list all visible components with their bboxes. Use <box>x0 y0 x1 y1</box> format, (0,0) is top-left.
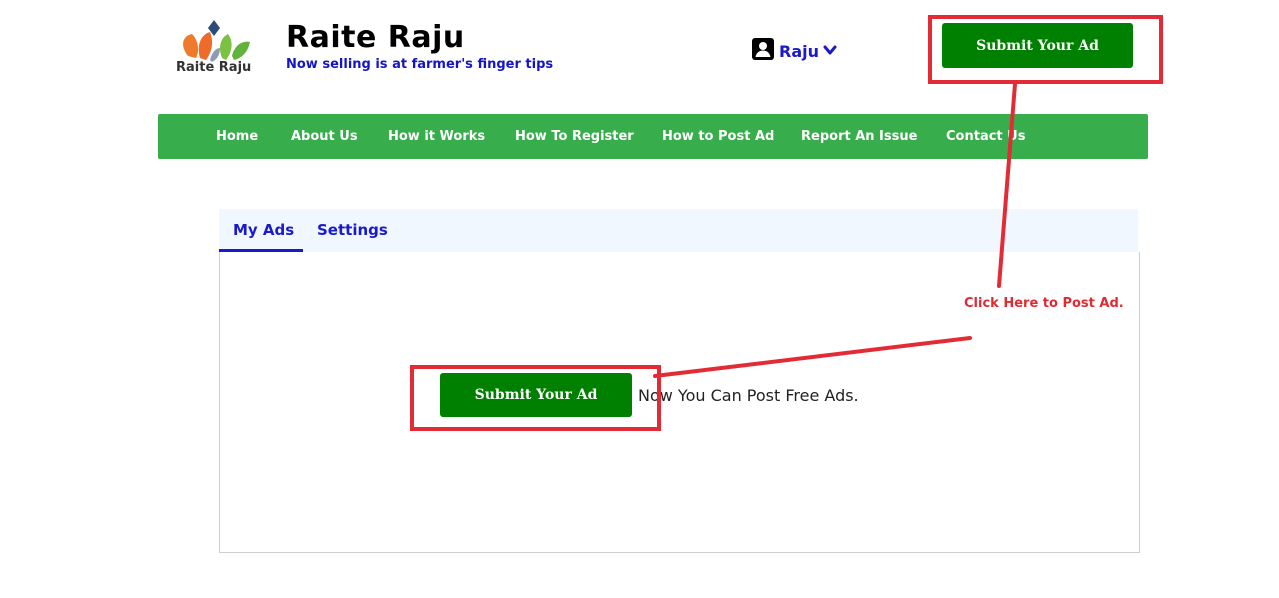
nav-item-about-us[interactable]: About Us <box>291 129 358 144</box>
tab-my-ads[interactable]: My Ads <box>233 221 294 239</box>
main-nav: Home About Us How it Works How To Regist… <box>158 114 1148 159</box>
annotation-label: Click Here to Post Ad. <box>964 296 1124 311</box>
chevron-down-icon[interactable] <box>823 42 837 61</box>
highlight-box-panel-button <box>410 365 661 431</box>
nav-item-report-issue[interactable]: Report An Issue <box>801 129 917 144</box>
user-name[interactable]: Raju <box>779 42 819 61</box>
nav-item-how-to-post-ad[interactable]: How to Post Ad <box>662 129 774 144</box>
nav-item-contact-us[interactable]: Contact Us <box>946 129 1025 144</box>
logo-text: Raite Raju <box>176 60 252 75</box>
free-ads-message: Now You Can Post Free Ads. <box>638 386 859 405</box>
nav-item-how-it-works[interactable]: How it Works <box>388 129 485 144</box>
highlight-box-header-button <box>928 15 1163 84</box>
user-profile-icon <box>751 37 775 65</box>
nav-item-how-to-register[interactable]: How To Register <box>515 129 634 144</box>
site-tagline: Now selling is at farmer's finger tips <box>286 57 554 72</box>
tab-settings[interactable]: Settings <box>317 221 388 239</box>
site-title[interactable]: Raite Raju <box>286 20 465 55</box>
nav-item-home[interactable]: Home <box>216 129 258 144</box>
user-menu[interactable]: Raju <box>751 37 837 65</box>
